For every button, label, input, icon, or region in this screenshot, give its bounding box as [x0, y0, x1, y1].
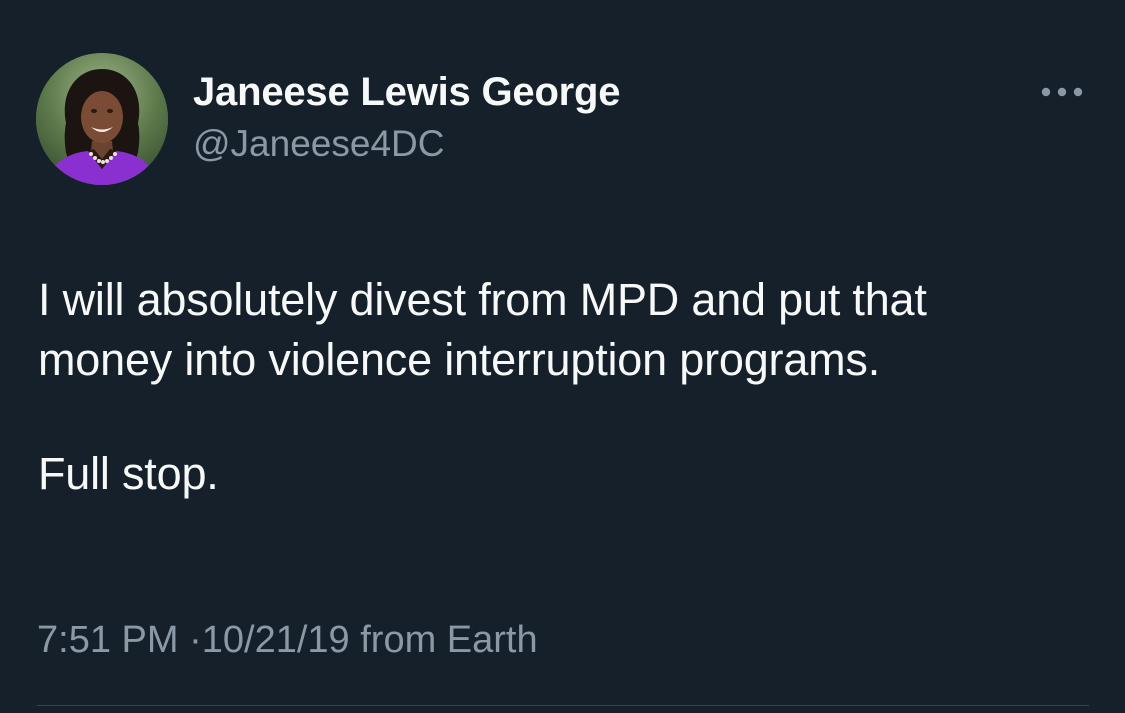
- divider: [37, 705, 1089, 706]
- profile-photo-icon: [36, 53, 168, 185]
- tweet-card: Janeese Lewis George @Janeese4DC I will …: [0, 0, 1125, 713]
- username-handle[interactable]: @Janeese4DC: [193, 122, 620, 166]
- tweet-date[interactable]: 10/21/19: [202, 619, 350, 661]
- tweet-text-line: I will absolutely divest from MPD and pu…: [38, 274, 927, 325]
- tweet-time[interactable]: 7:51 PM: [37, 619, 179, 661]
- tweet-metadata: 7:51 PM ·10/21/19 from Earth: [37, 617, 538, 663]
- tweet-text: I will absolutely divest from MPD and pu…: [38, 270, 1098, 504]
- tweet-text-line: money into violence interruption program…: [38, 334, 881, 385]
- author-info[interactable]: Janeese Lewis George @Janeese4DC: [193, 68, 621, 166]
- more-horizontal-icon: [1041, 87, 1083, 97]
- more-options-button[interactable]: [1034, 74, 1090, 110]
- display-name[interactable]: Janeese Lewis George: [193, 68, 621, 116]
- tweet-source: from Earth: [360, 619, 538, 661]
- avatar[interactable]: [36, 53, 168, 185]
- separator-dot: ·: [189, 619, 202, 661]
- tweet-text-line: Full stop.: [38, 448, 219, 499]
